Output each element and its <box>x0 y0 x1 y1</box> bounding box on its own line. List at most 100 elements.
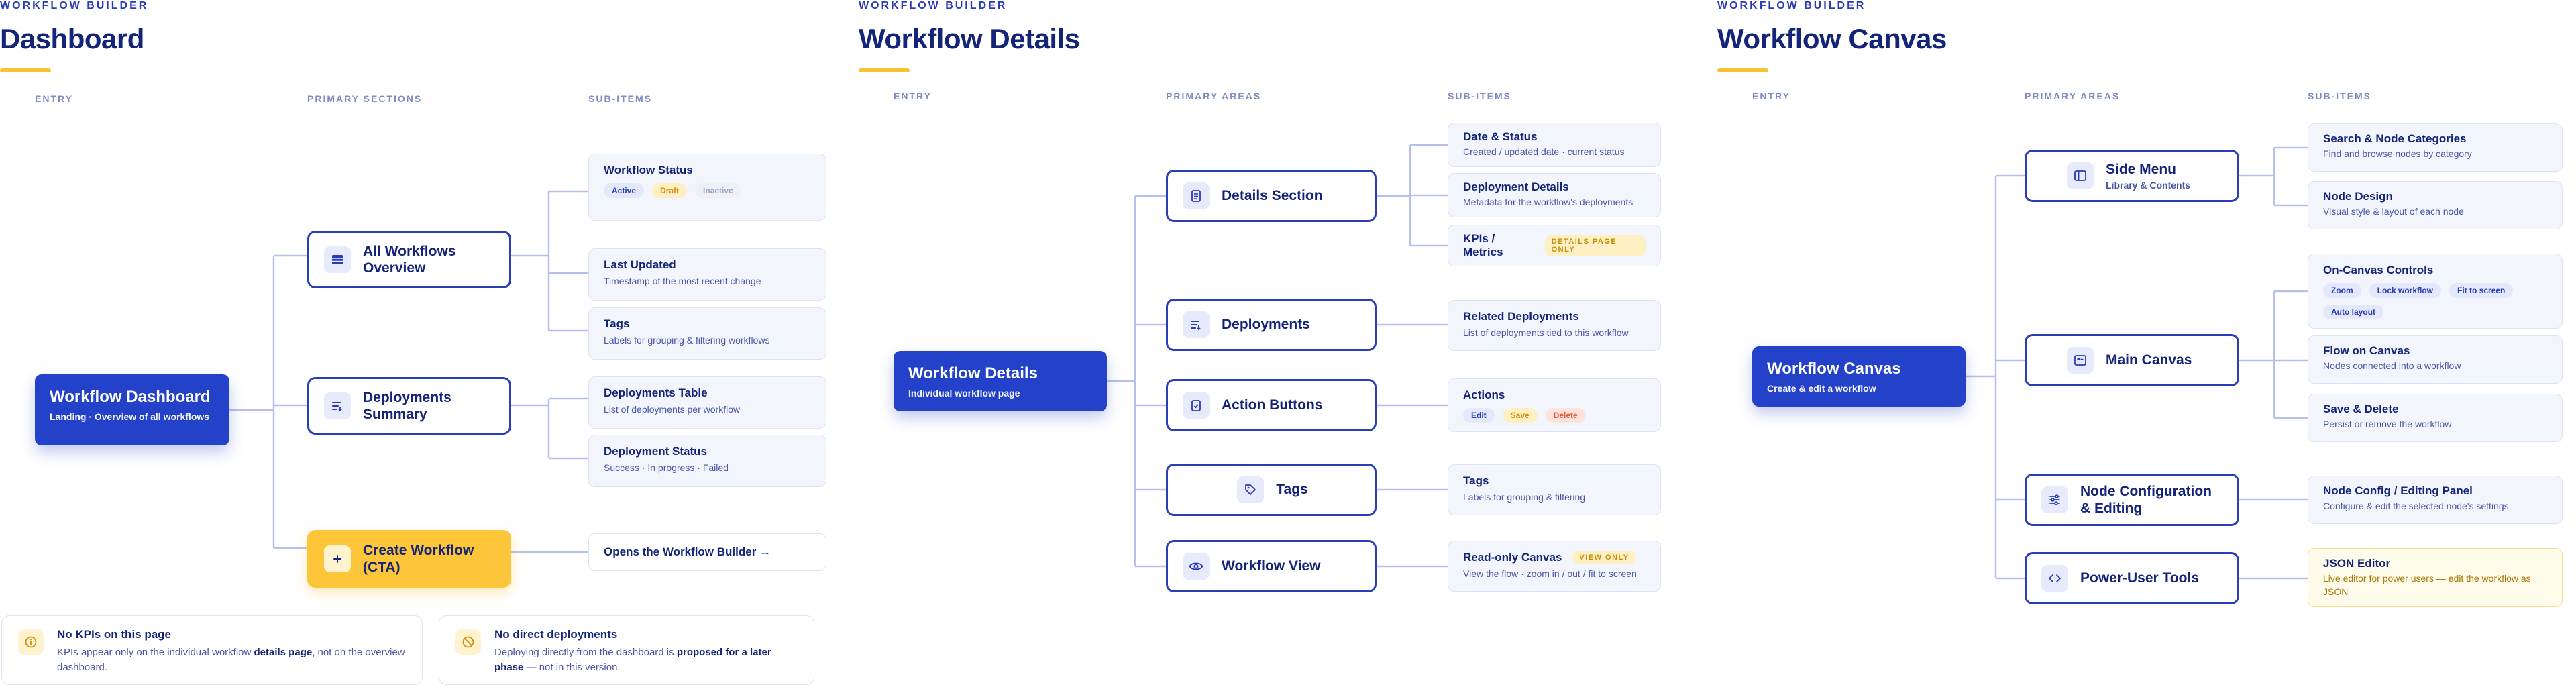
leaf-tags: Tags Labels for grouping & filtering wor… <box>588 307 826 360</box>
leaf-deployment-status: Deployment Status Success · In progress … <box>588 435 826 487</box>
save-button[interactable]: Save <box>1502 408 1538 423</box>
leaf-title: Actions <box>1463 388 1505 401</box>
clipboard-icon <box>1183 392 1210 419</box>
section-tags[interactable]: Tags <box>1166 464 1377 516</box>
page-title: Workflow Details <box>859 23 1080 54</box>
node-title: Workflow Details <box>908 364 1038 382</box>
fit-to-screen-control[interactable]: Fit to screen <box>2449 283 2514 298</box>
leaf-opens-workflow-builder[interactable]: Opens the Workflow Builder → <box>588 533 826 571</box>
lock-workflow-control[interactable]: Lock workflow <box>2369 283 2442 298</box>
leaf-subtitle: Success · In progress · Failed <box>604 462 729 473</box>
root-node-workflow-canvas[interactable]: Workflow Canvas Create & edit a workflow <box>1752 346 1966 407</box>
list-icon <box>1183 311 1210 338</box>
note-title: No direct deployments <box>494 628 618 641</box>
column-header: ENTRY <box>894 91 932 101</box>
leaf-subtitle: Timestamp of the most recent change <box>604 276 761 286</box>
column-header: PRIMARY SECTIONS <box>307 93 423 104</box>
section-main-canvas[interactable]: Main Canvas <box>2025 334 2239 386</box>
title-accent <box>0 68 51 72</box>
section-deployments-summary[interactable]: Deployments Summary <box>307 377 511 435</box>
leaf-title: Read-only Canvas <box>1463 551 1562 564</box>
node-subtitle: Create & edit a workflow <box>1767 382 1876 394</box>
section-details-section[interactable]: Details Section <box>1166 170 1377 222</box>
root-node-workflow-dashboard[interactable]: Workflow Dashboard Landing · Overview of… <box>35 374 229 445</box>
code-icon <box>2041 565 2068 592</box>
leaf-node-config-editing-panel: Node Config / Editing Panel Configure & … <box>2308 476 2563 524</box>
section-title: Create Workflow (CTA) <box>363 542 474 575</box>
column-header: ENTRY <box>35 93 73 104</box>
section-power-user-tools[interactable]: Power-User Tools <box>2025 552 2239 604</box>
dashboard-panel: WORKFLOW BUILDER Dashboard ENTRY PRIMARY… <box>0 0 859 687</box>
leaf-title: Search & Node Categories <box>2323 132 2467 145</box>
leaf-save-delete: Save & Delete Persist or remove the work… <box>2308 394 2563 442</box>
eye-icon <box>1183 553 1210 580</box>
section-title: Power-User Tools <box>2080 570 2199 586</box>
leaf-subtitle: List of deployments tied to this workflo… <box>1463 327 1629 338</box>
leaf-title: Deployments Table <box>604 386 708 399</box>
leaf-title: Node Design <box>2323 190 2393 203</box>
node-subtitle: Individual workflow page <box>908 387 1020 399</box>
node-title: Workflow Dashboard <box>50 388 211 406</box>
section-side-menu[interactable]: Side Menu Library & Contents <box>2025 150 2239 202</box>
title-accent <box>859 68 910 72</box>
auto-layout-control[interactable]: Auto layout <box>2323 305 2383 319</box>
section-subtitle: Library & Contents <box>2106 179 2191 191</box>
section-workflow-view[interactable]: Workflow View <box>1166 540 1377 592</box>
column-header: PRIMARY AREAS <box>1166 91 1262 101</box>
column-header: SUB-ITEMS <box>588 93 652 104</box>
leaf-on-canvas-controls: On-Canvas Controls Zoom Lock workflow Fi… <box>2308 254 2563 329</box>
leaf-title: Related Deployments <box>1463 310 1579 323</box>
section-title: Side Menu <box>2106 162 2177 178</box>
column-header: SUB-ITEMS <box>2308 91 2371 101</box>
section-action-buttons[interactable]: Action Buttons <box>1166 379 1377 431</box>
leaf-title: Flow on Canvas <box>2323 344 2410 357</box>
delete-button[interactable]: Delete <box>1545 408 1586 423</box>
prohibited-icon <box>455 629 481 655</box>
section-title: Deployments <box>1222 317 1310 333</box>
page-title: Dashboard <box>0 23 144 54</box>
column-header: ENTRY <box>1752 91 1790 101</box>
leaf-tags: Tags Labels for grouping & filtering <box>1448 464 1661 515</box>
note-body: Deploying directly from the dashboard is… <box>494 647 771 673</box>
leaf-node-design: Node Design Visual style & layout of eac… <box>2308 181 2563 229</box>
column-header: PRIMARY AREAS <box>2025 91 2121 101</box>
leaf-title: Last Updated <box>604 258 676 271</box>
workflow-canvas-panel: WORKFLOW BUILDER Workflow Canvas ENTRY P… <box>1717 0 2576 687</box>
leaf-subtitle: Live editor for power users — edit the w… <box>2323 573 2531 597</box>
root-node-workflow-details[interactable]: Workflow Details Individual workflow pag… <box>894 351 1107 411</box>
leaf-subtitle: Configure & edit the selected node's set… <box>2323 500 2509 511</box>
leaf-title: Date & Status <box>1463 130 1538 143</box>
eyebrow: WORKFLOW BUILDER <box>1717 0 1866 11</box>
leaf-title: KPIs / Metrics <box>1463 232 1503 258</box>
details-page-only-badge: DETAILS PAGE ONLY <box>1544 235 1646 256</box>
leaf-title: Node Config / Editing Panel <box>2323 484 2473 497</box>
leaf-subtitle: Find and browse nodes by category <box>2323 148 2472 159</box>
document-icon <box>1183 182 1210 209</box>
leaf-title: Tags <box>1463 474 1489 487</box>
table-icon <box>324 246 351 273</box>
leaf-title: Save & Delete <box>2323 403 2399 415</box>
section-all-workflows-overview[interactable]: All Workflows Overview <box>307 231 511 288</box>
leaf-related-deployments: Related Deployments List of deployments … <box>1448 300 1661 351</box>
node-subtitle: Landing · Overview of all workflows <box>50 411 210 422</box>
leaf-link: Opens the Workflow Builder → <box>604 545 771 558</box>
status-chip-draft: Draft <box>652 183 688 198</box>
plus-icon <box>324 545 351 572</box>
zoom-control[interactable]: Zoom <box>2323 283 2361 298</box>
note-title: No KPIs on this page <box>57 628 172 641</box>
leaf-title: Tags <box>604 317 630 330</box>
leaf-title: Deployment Details <box>1463 180 1569 193</box>
section-node-configuration-editing[interactable]: Node Configuration & Editing <box>2025 474 2239 526</box>
sidebar-icon <box>2067 162 2094 189</box>
tag-icon <box>1237 476 1265 503</box>
leaf-title: Deployment Status <box>604 445 707 458</box>
leaf-last-updated: Last Updated Timestamp of the most recen… <box>588 248 826 301</box>
section-title: Workflow View <box>1222 558 1321 574</box>
leaf-deployments-table: Deployments Table List of deployments pe… <box>588 376 826 429</box>
section-deployments[interactable]: Deployments <box>1166 299 1377 351</box>
create-workflow-cta-button[interactable]: Create Workflow (CTA) <box>307 530 511 588</box>
edit-button[interactable]: Edit <box>1463 408 1495 423</box>
leaf-subtitle: List of deployments per workflow <box>604 404 741 415</box>
workflow-details-panel: WORKFLOW BUILDER Workflow Details ENTRY … <box>859 0 1717 687</box>
leaf-subtitle: Visual style & layout of each node <box>2323 206 2464 217</box>
